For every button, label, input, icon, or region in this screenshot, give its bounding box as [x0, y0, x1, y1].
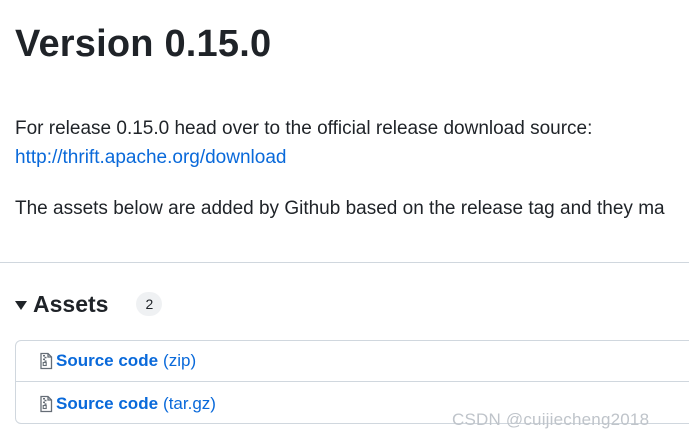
section-divider [0, 262, 689, 263]
asset-row-zip[interactable]: Source code (zip) [16, 341, 689, 382]
asset-name: Source code [56, 351, 159, 370]
file-zip-icon [40, 352, 53, 370]
download-link[interactable]: http://thrift.apache.org/download [15, 144, 286, 172]
assets-note-text: The assets below are added by Github bas… [15, 198, 665, 219]
caret-down-icon [15, 300, 27, 310]
release-intro-text: For release 0.15.0 head over to the offi… [15, 118, 593, 139]
asset-ext: (zip) [163, 351, 197, 370]
assets-toggle[interactable]: Assets 2 [15, 287, 163, 321]
asset-link-zip[interactable]: Source code (zip) [56, 351, 196, 371]
file-zip-icon [40, 395, 53, 412]
asset-link-targz[interactable]: Source code (tar.gz) [56, 394, 216, 414]
asset-name: Source code [56, 393, 159, 413]
watermark: CSDN @cuijiecheng2018 [452, 410, 650, 429]
release-title: Version 0.15.0 [15, 23, 272, 65]
assets-count-badge: 2 [136, 292, 163, 316]
assets-label: Assets [33, 290, 109, 317]
release-page: Version 0.15.0 For release 0.15.0 head o… [0, 0, 689, 441]
asset-ext: (tar.gz) [163, 393, 216, 413]
